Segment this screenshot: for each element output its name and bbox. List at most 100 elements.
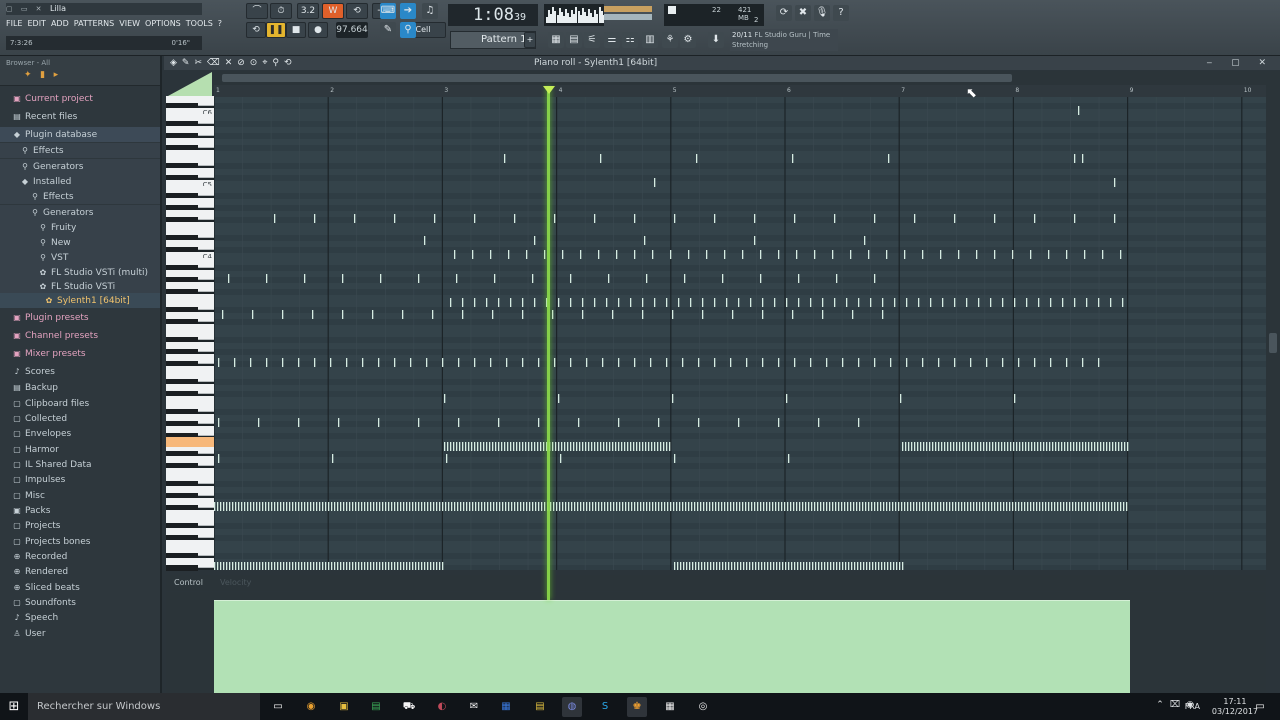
note[interactable]: [439, 562, 441, 570]
note[interactable]: [926, 442, 928, 451]
browser-item[interactable]: ⚲ VST: [0, 250, 160, 265]
note[interactable]: [994, 214, 996, 223]
note[interactable]: [900, 394, 902, 403]
note[interactable]: [919, 502, 921, 511]
browser-item[interactable]: ◆ Installed: [0, 174, 160, 189]
note[interactable]: [667, 502, 669, 511]
note[interactable]: [403, 562, 405, 570]
note[interactable]: [346, 562, 348, 570]
browser-item[interactable]: ⊕ Rendered: [0, 564, 160, 579]
note[interactable]: [865, 502, 867, 511]
note[interactable]: [694, 502, 696, 511]
note[interactable]: [654, 298, 656, 307]
note[interactable]: [505, 502, 507, 511]
note[interactable]: [1024, 502, 1026, 511]
note[interactable]: [920, 442, 922, 451]
note[interactable]: [690, 298, 692, 307]
note[interactable]: [430, 502, 432, 511]
note[interactable]: [1004, 442, 1006, 451]
note[interactable]: [400, 502, 402, 511]
refresh-icon[interactable]: ⟳: [776, 5, 792, 21]
note[interactable]: [244, 502, 246, 511]
note[interactable]: [832, 250, 834, 259]
note[interactable]: [1040, 442, 1042, 451]
note[interactable]: [349, 562, 351, 570]
note[interactable]: [511, 502, 513, 511]
note[interactable]: [1057, 502, 1059, 511]
note[interactable]: [471, 442, 473, 451]
note[interactable]: [1001, 442, 1003, 451]
note[interactable]: [1012, 502, 1014, 511]
note[interactable]: [520, 502, 522, 511]
note[interactable]: [923, 442, 925, 451]
note[interactable]: [899, 562, 901, 570]
note[interactable]: [580, 250, 582, 259]
note[interactable]: [266, 274, 268, 283]
note[interactable]: [1006, 502, 1008, 511]
note[interactable]: [922, 250, 924, 259]
chrome-icon[interactable]: ◉: [301, 697, 321, 717]
note[interactable]: [754, 236, 756, 245]
note[interactable]: [588, 442, 590, 451]
note-grid-canvas[interactable]: [214, 97, 1266, 570]
note[interactable]: [424, 502, 426, 511]
note[interactable]: [1096, 502, 1098, 511]
note[interactable]: [785, 562, 787, 570]
note[interactable]: [560, 454, 562, 463]
note[interactable]: [1048, 250, 1050, 259]
browser-item[interactable]: ▢ Projects: [0, 518, 160, 533]
note[interactable]: [746, 358, 748, 367]
note[interactable]: [1052, 442, 1054, 451]
note[interactable]: [298, 502, 300, 511]
note[interactable]: [672, 394, 674, 403]
note[interactable]: [217, 502, 219, 511]
note[interactable]: [755, 562, 757, 570]
note[interactable]: [682, 502, 684, 511]
note[interactable]: [486, 442, 488, 451]
note[interactable]: [535, 502, 537, 511]
note[interactable]: [314, 358, 316, 367]
note[interactable]: [229, 502, 231, 511]
browser-item[interactable]: ♙ User: [0, 626, 160, 641]
note[interactable]: [1098, 298, 1100, 307]
note[interactable]: [1078, 106, 1080, 115]
note[interactable]: [1045, 502, 1047, 511]
note[interactable]: [730, 502, 732, 511]
note[interactable]: [716, 562, 718, 570]
note[interactable]: [654, 442, 656, 451]
note[interactable]: [772, 502, 774, 511]
note[interactable]: [1074, 298, 1076, 307]
note[interactable]: [394, 358, 396, 367]
note[interactable]: [534, 236, 536, 245]
note[interactable]: [766, 502, 768, 511]
note[interactable]: [886, 502, 888, 511]
note[interactable]: [358, 562, 360, 570]
note[interactable]: [787, 502, 789, 511]
highlighted-key[interactable]: [166, 437, 214, 447]
note[interactable]: [295, 562, 297, 570]
note[interactable]: [472, 502, 474, 511]
note[interactable]: [980, 442, 982, 451]
note[interactable]: [586, 502, 588, 511]
note[interactable]: [397, 502, 399, 511]
note[interactable]: [722, 274, 724, 283]
note[interactable]: [739, 502, 741, 511]
note[interactable]: [1110, 298, 1112, 307]
note[interactable]: [674, 562, 676, 570]
note[interactable]: [214, 502, 216, 511]
note[interactable]: [259, 562, 261, 570]
horizontal-scrollbar[interactable]: [214, 71, 1280, 85]
note[interactable]: [810, 298, 812, 307]
browser-item[interactable]: ▣ Current project: [0, 91, 160, 106]
note[interactable]: [618, 442, 620, 451]
note[interactable]: [1063, 502, 1065, 511]
note[interactable]: [791, 562, 793, 570]
note[interactable]: [484, 502, 486, 511]
note[interactable]: [514, 214, 516, 223]
note[interactable]: [1010, 442, 1012, 451]
note[interactable]: [504, 442, 506, 451]
note[interactable]: [841, 502, 843, 511]
note[interactable]: [304, 502, 306, 511]
note[interactable]: [583, 502, 585, 511]
browser-item[interactable]: ⚲ Generators: [0, 205, 160, 220]
